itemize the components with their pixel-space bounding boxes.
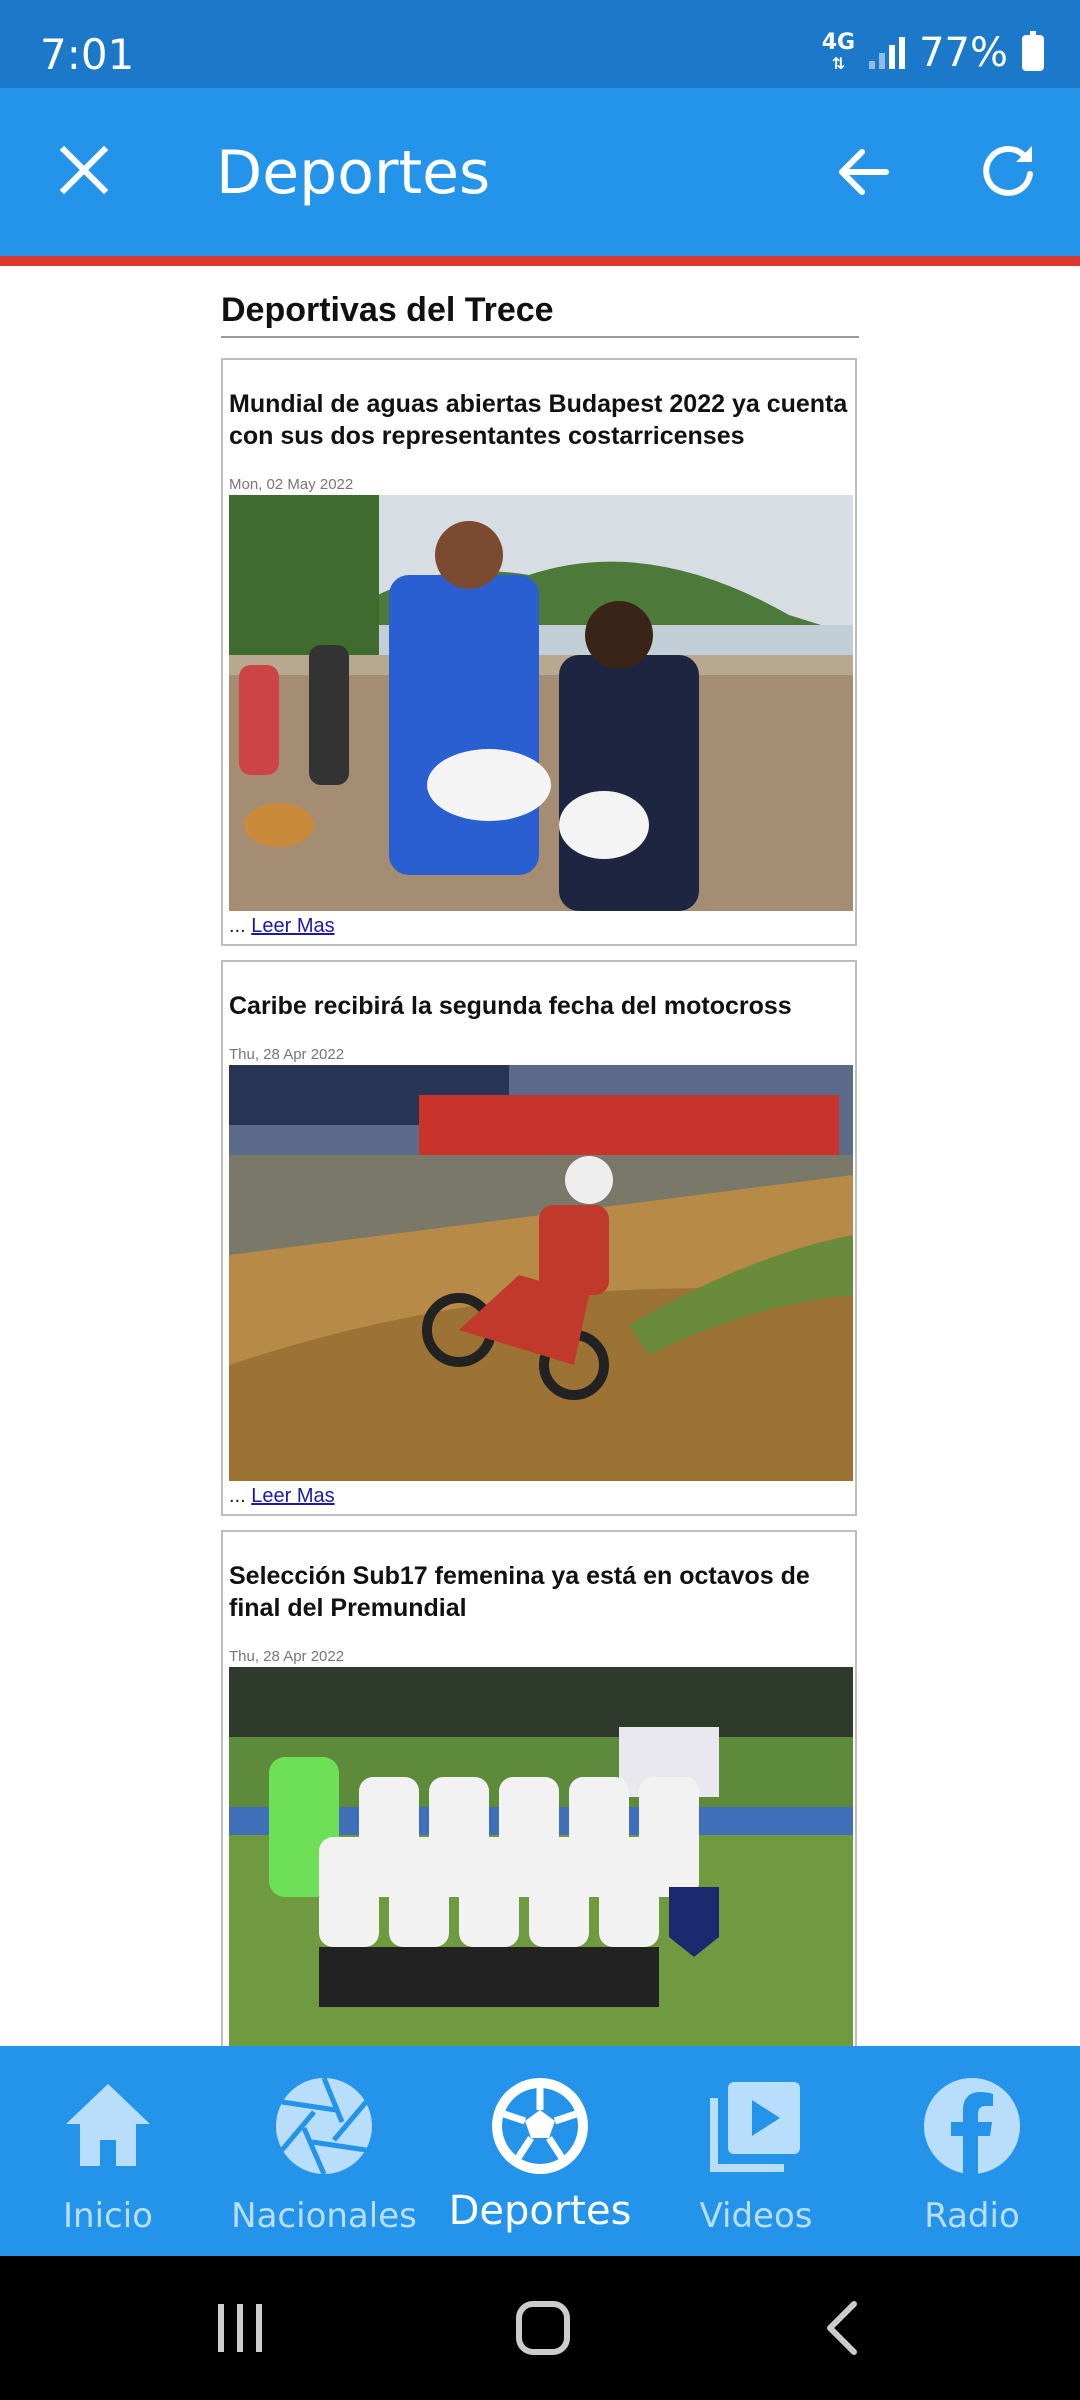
- article-title[interactable]: Caribe recibirá la segunda fecha del mot…: [229, 990, 849, 1022]
- article-title[interactable]: Mundial de aguas abiertas Budapest 2022 …: [229, 388, 849, 452]
- read-more-row: ... Leer Mas: [229, 1485, 335, 1507]
- back-arrow-icon[interactable]: [832, 140, 896, 204]
- read-more-link[interactable]: Leer Mas: [251, 915, 334, 937]
- video-library-icon: [710, 2082, 800, 2172]
- section-title: Deportivas del Trece: [221, 291, 859, 338]
- app-bar: Deportes: [0, 88, 1080, 256]
- status-indicators: 4G ⇅ 77%: [822, 30, 1044, 76]
- status-time: 7:01: [40, 30, 135, 79]
- read-more-link[interactable]: Leer Mas: [251, 1485, 334, 1507]
- battery-icon: [1022, 31, 1044, 71]
- article-image-motocross[interactable]: [229, 1065, 853, 1481]
- nav-item-radio[interactable]: Radio: [864, 2046, 1080, 2256]
- aperture-icon: [276, 2077, 372, 2175]
- article-image-swimmers[interactable]: [229, 495, 853, 911]
- nav-item-deportes[interactable]: Deportes: [432, 2046, 648, 2256]
- battery-percent: 77%: [919, 30, 1008, 76]
- refresh-icon[interactable]: [976, 138, 1040, 202]
- soccer-ball-icon: [492, 2078, 588, 2174]
- system-back-icon[interactable]: [822, 2300, 862, 2356]
- recent-apps-icon[interactable]: [214, 2300, 266, 2356]
- article-date: Thu, 28 Apr 2022: [229, 1648, 345, 1665]
- article-date: Mon, 02 May 2022: [229, 476, 354, 493]
- nav-item-inicio[interactable]: Inicio: [0, 2046, 216, 2256]
- accent-divider: [0, 256, 1080, 266]
- nav-label: Inicio: [63, 2196, 153, 2236]
- article-date: Thu, 28 Apr 2022: [229, 1046, 345, 1063]
- article-title[interactable]: Selección Sub17 femenina ya está en octa…: [229, 1560, 849, 1624]
- home-button-icon[interactable]: [514, 2298, 572, 2358]
- nav-item-videos[interactable]: Videos: [648, 2046, 864, 2256]
- close-icon[interactable]: [54, 140, 114, 200]
- system-navigation-bar: [0, 2256, 1080, 2400]
- nav-label: Videos: [699, 2196, 813, 2236]
- home-icon: [66, 2084, 150, 2166]
- article-card[interactable]: Caribe recibirá la segunda fecha del mot…: [221, 960, 857, 1516]
- nav-label: Nacionales: [231, 2196, 417, 2236]
- page-title: Deportes: [216, 138, 491, 208]
- facebook-icon: [924, 2078, 1020, 2174]
- nav-item-nacionales[interactable]: Nacionales: [216, 2046, 432, 2256]
- article-card[interactable]: Selección Sub17 femenina ya está en octa…: [221, 1530, 857, 2046]
- article-image-soccer-team[interactable]: [229, 1667, 853, 2046]
- bottom-navigation: Inicio Nacionales Deportes Videos Radio: [0, 2046, 1080, 2256]
- signal-icon: [869, 37, 906, 69]
- nav-label: Deportes: [448, 2188, 632, 2234]
- read-more-row: ... Leer Mas: [229, 915, 335, 937]
- article-card[interactable]: Mundial de aguas abiertas Budapest 2022 …: [221, 358, 857, 946]
- nav-label: Radio: [924, 2196, 1020, 2236]
- news-feed[interactable]: Deportivas del Trece Mundial de aguas ab…: [0, 266, 1080, 2046]
- status-bar: 7:01 4G ⇅ 77%: [0, 0, 1080, 88]
- network-type: 4G ⇅: [821, 29, 856, 73]
